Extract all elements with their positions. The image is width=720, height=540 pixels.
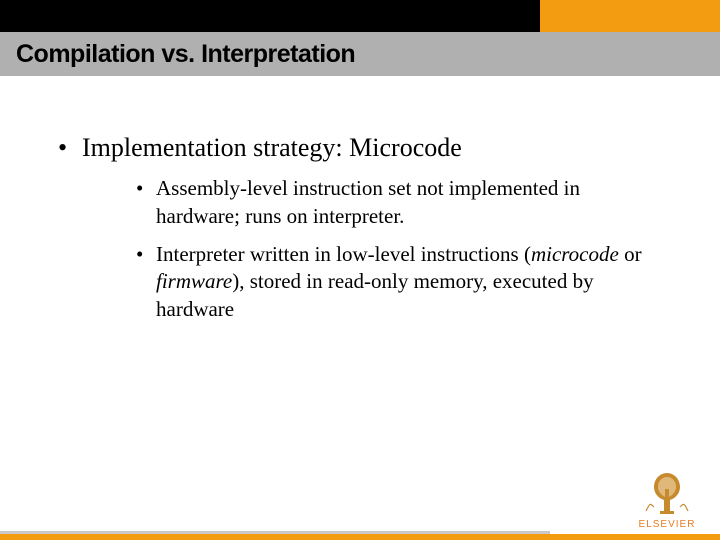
bullet-item: Implementation strategy: Microcode Assem… <box>54 130 664 324</box>
bullet-topic: Microcode <box>343 133 462 162</box>
sub-bullet-em2: firmware <box>156 269 232 293</box>
publisher-logo: ELSEVIER <box>628 467 706 530</box>
bullet-lead: Implementation strategy: <box>82 133 343 162</box>
title-bar: Compilation vs. Interpretation <box>0 32 720 76</box>
publisher-name: ELSEVIER <box>628 519 706 530</box>
content-area: Implementation strategy: Microcode Assem… <box>54 130 664 336</box>
sub-bullet-text: Assembly-level instruction set not imple… <box>156 176 580 228</box>
header-orange-accent <box>540 0 720 32</box>
sub-bullet-item: Interpreter written in low-level instruc… <box>134 241 664 324</box>
sub-bullet-item: Assembly-level instruction set not imple… <box>134 175 664 230</box>
slide: Compilation vs. Interpretation Implement… <box>0 0 720 540</box>
bullet-list-level2: Assembly-level instruction set not imple… <box>134 175 664 324</box>
sub-bullet-pre: Interpreter written in low-level instruc… <box>156 242 531 266</box>
sub-bullet-mid: or <box>619 242 642 266</box>
slide-title: Compilation vs. Interpretation <box>16 40 355 69</box>
bullet-list-level1: Implementation strategy: Microcode Assem… <box>54 130 664 324</box>
elsevier-tree-icon <box>640 467 694 517</box>
sub-bullet-em1: microcode <box>531 242 619 266</box>
footer-orange-bar <box>0 534 720 540</box>
